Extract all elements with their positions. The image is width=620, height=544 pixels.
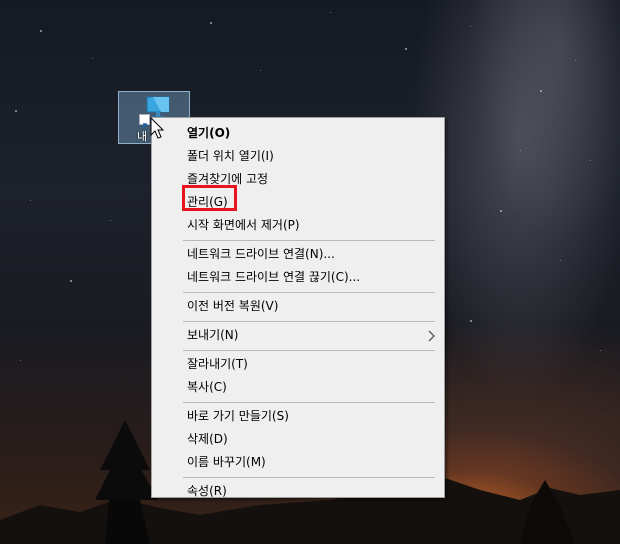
menu-separator [183,402,435,403]
menu-item[interactable]: 바로 가기 만들기(S) [154,405,442,428]
menu-item-label: 삭제(D) [187,432,228,446]
menu-item[interactable]: 복사(C) [154,376,442,399]
menu-item[interactable]: 폴더 위치 열기(I) [154,145,442,168]
menu-item-label: 시작 화면에서 제거(P) [187,218,300,232]
shortcut-arrow-icon [139,114,150,129]
menu-separator [183,350,435,351]
menu-item-label: 보내기(N) [187,328,239,342]
menu-item-label: 이름 바꾸기(M) [187,455,266,469]
menu-item[interactable]: 네트워크 드라이브 연결 끊기(C)... [154,266,442,289]
menu-item-label: 열기(O) [187,126,231,140]
menu-separator [183,321,435,322]
menu-item[interactable]: 이름 바꾸기(M) [154,451,442,474]
context-menu: 열기(O) 폴더 위치 열기(I) 즐겨찾기에 고정 관리(G) 시작 화면에서 제거(… [151,117,445,498]
menu-item-label: 속성(R) [187,484,227,498]
menu-item[interactable]: 네트워크 드라이브 연결(N)... [154,243,442,266]
menu-item-label: 이전 버전 복원(V) [187,299,279,313]
menu-item-label: 잘라내기(T) [187,357,248,371]
menu-separator [183,292,435,293]
menu-item[interactable]: 삭제(D) [154,428,442,451]
menu-item[interactable]: 보내기(N) [154,324,442,347]
menu-item-label: 네트워크 드라이브 연결 끊기(C)... [187,270,361,284]
menu-item-label: 네트워크 드라이브 연결(N)... [187,247,335,261]
menu-item-label: 폴더 위치 열기(I) [187,149,274,163]
highlight-box [182,185,237,211]
chevron-right-icon [428,330,435,342]
menu-separator [183,240,435,241]
menu-item[interactable]: 열기(O) [154,122,442,145]
desktop-icon-label: 내 [137,130,148,143]
mouse-cursor-icon [150,117,165,139]
menu-separator [183,477,435,478]
menu-item-label: 바로 가기 만들기(S) [187,409,289,423]
menu-item[interactable]: 잘라내기(T) [154,353,442,376]
menu-item-label: 복사(C) [187,380,227,394]
menu-item[interactable]: 시작 화면에서 제거(P) [154,214,442,237]
menu-item[interactable]: 속성(R) [154,480,442,503]
menu-item[interactable]: 이전 버전 복원(V) [154,295,442,318]
